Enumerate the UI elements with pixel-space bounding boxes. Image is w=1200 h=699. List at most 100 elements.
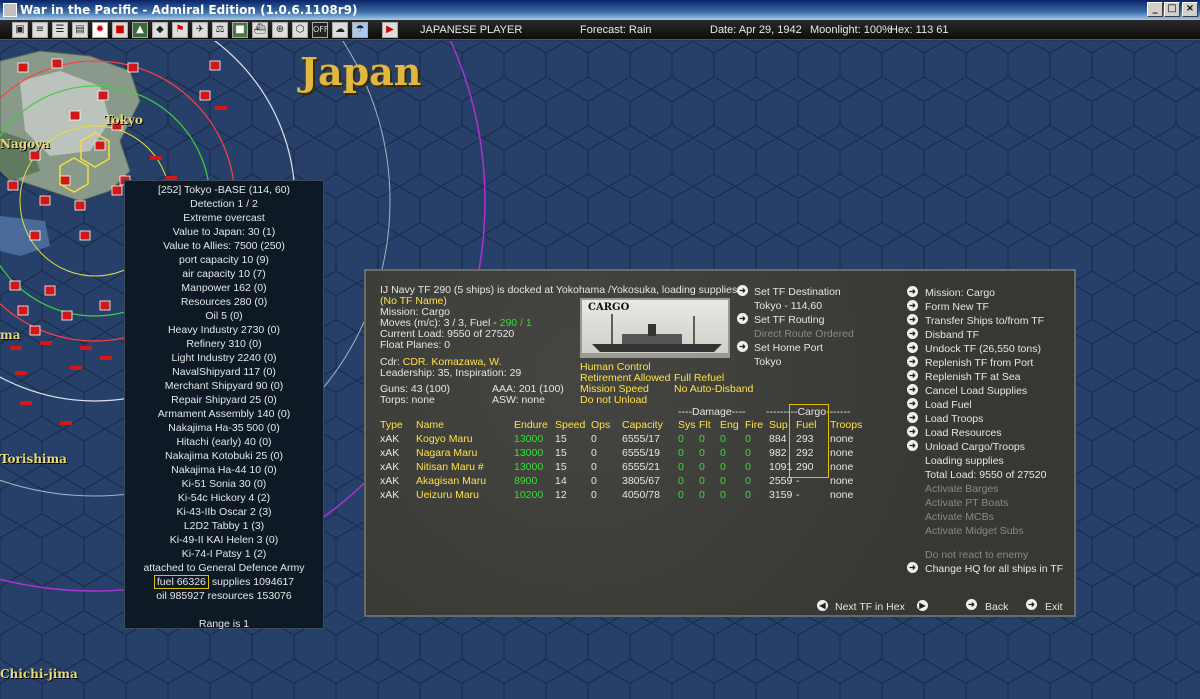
- arrow-right-icon[interactable]: ➜: [907, 328, 918, 339]
- arrow-right-icon[interactable]: ➜: [907, 384, 918, 395]
- cloud-icon[interactable]: ☁: [332, 22, 348, 38]
- col-ops[interactable]: Ops: [591, 418, 610, 432]
- option-no-auto-disband[interactable]: No Auto-Disband: [674, 383, 753, 396]
- crosshair-icon[interactable]: ⊕: [272, 22, 288, 38]
- command-item[interactable]: Undock TF (26,550 tons): [925, 343, 1041, 356]
- ship-troops: none: [830, 447, 854, 459]
- col-sup[interactable]: Sup: [769, 418, 788, 432]
- ship-fuel: 290: [796, 461, 814, 473]
- rising-sun-flag-icon[interactable]: ✹: [92, 22, 108, 38]
- set-home-port[interactable]: Set Home Port: [754, 342, 823, 355]
- map-label-torishima: Torishima: [0, 452, 67, 466]
- col-name[interactable]: Name: [416, 418, 444, 432]
- report-icon[interactable]: ≡: [32, 22, 48, 38]
- col-speed[interactable]: Speed: [555, 418, 585, 432]
- arrow-left-icon[interactable]: ◀: [817, 600, 828, 611]
- base-flag-icon[interactable]: ■: [112, 22, 128, 38]
- maximize-button[interactable]: □: [1164, 2, 1180, 17]
- arrow-right-icon[interactable]: ➜: [907, 562, 918, 573]
- hex-grid-icon[interactable]: ⬡: [292, 22, 308, 38]
- command-item[interactable]: Load Fuel: [925, 399, 972, 412]
- col-type[interactable]: Type: [380, 418, 403, 432]
- plane-icon[interactable]: ✈: [192, 22, 208, 38]
- arrow-right-icon[interactable]: ➜: [907, 314, 918, 325]
- command-item[interactable]: Load Troops: [925, 413, 983, 426]
- arrow-right-icon[interactable]: ➜: [907, 370, 918, 381]
- col-eng[interactable]: Eng: [720, 418, 739, 432]
- base-info-line: Repair Shipyard 25 (0): [171, 394, 277, 406]
- land-unit-icon[interactable]: ■: [232, 22, 248, 38]
- exit-button[interactable]: Exit: [1045, 601, 1063, 614]
- range-line: Range is 1: [198, 618, 250, 630]
- base-info-line: L2D2 Tabby 1 (3): [183, 520, 265, 532]
- option-do-not-unload[interactable]: Do not Unload: [580, 394, 647, 407]
- ship-endure: 13000: [514, 461, 544, 473]
- ship-name[interactable]: Nitisan Maru #: [416, 460, 484, 474]
- col-fire[interactable]: Fire: [745, 418, 763, 432]
- off-icon[interactable]: OFF: [312, 22, 329, 38]
- command-item[interactable]: Disband TF: [925, 329, 979, 342]
- arrow-right-icon[interactable]: ➜: [907, 342, 918, 353]
- arrow-right-icon[interactable]: ➜: [907, 426, 918, 437]
- arrow-right-icon[interactable]: ➜: [907, 356, 918, 367]
- command-status: Total Load: 9550 of 27520: [925, 469, 1047, 481]
- ship-name[interactable]: Nagara Maru: [416, 446, 477, 460]
- minimize-button[interactable]: _: [1147, 2, 1163, 17]
- arrow-right-icon[interactable]: ➜: [1026, 599, 1037, 610]
- command-item[interactable]: Mission: Cargo: [925, 287, 995, 300]
- col-flt[interactable]: Flt: [699, 418, 711, 432]
- terrain-icon[interactable]: ▲: [132, 22, 148, 38]
- arrow-right-icon[interactable]: ➜: [907, 398, 918, 409]
- set-tf-routing[interactable]: Set TF Routing: [754, 314, 824, 327]
- back-button[interactable]: Back: [985, 601, 1008, 614]
- col-troops[interactable]: Troops: [830, 418, 862, 432]
- ship-endure: 8900: [514, 475, 538, 487]
- arrow-right-icon[interactable]: ➜: [966, 599, 977, 610]
- base-info-line: Ki-74-I Patsy 1 (2): [181, 548, 267, 560]
- set-tf-destination[interactable]: Set TF Destination: [754, 286, 841, 299]
- weather-icon[interactable]: ☂: [352, 22, 368, 38]
- ship-ops: 0: [591, 433, 597, 445]
- end-turn-play-icon[interactable]: ▶: [382, 22, 398, 38]
- command-item[interactable]: Replenish TF from Port: [925, 357, 1033, 370]
- command-item[interactable]: Replenish TF at Sea: [925, 371, 1021, 384]
- ship-name[interactable]: Akagisan Maru: [416, 474, 486, 488]
- unit-icon[interactable]: ◆: [152, 22, 168, 38]
- arrow-right-icon[interactable]: ▶: [917, 600, 928, 611]
- document-icon[interactable]: ▤: [72, 22, 88, 38]
- window-title-bar: War in the Pacific - Admiral Edition (1.…: [0, 0, 1200, 20]
- command-item[interactable]: Transfer Ships to/from TF: [925, 315, 1044, 328]
- command-item[interactable]: Unload Cargo/Troops: [925, 441, 1025, 454]
- map-icon[interactable]: ▣: [12, 22, 28, 38]
- command-item[interactable]: Form New TF: [925, 301, 989, 314]
- arrow-right-icon[interactable]: ➜: [907, 440, 918, 451]
- flag-icon[interactable]: ⚑: [172, 22, 188, 38]
- arrow-right-icon[interactable]: ➜: [737, 285, 748, 296]
- change-hq-button[interactable]: Change HQ for all ships in TF: [925, 563, 1063, 576]
- arrow-right-icon[interactable]: ➜: [907, 286, 918, 297]
- col-sys[interactable]: Sys: [678, 418, 696, 432]
- col-capacity[interactable]: Capacity: [622, 418, 663, 432]
- next-tf-in-hex[interactable]: Next TF in Hex: [835, 601, 905, 614]
- arrow-right-icon[interactable]: ➜: [907, 300, 918, 311]
- map-label-chichi-jima: Chichi-jima: [0, 667, 78, 681]
- ship-name[interactable]: Ueizuru Maru: [416, 488, 479, 502]
- col-fuel[interactable]: Fuel: [796, 418, 816, 432]
- base-info-line: Nakajima Kotobuki 25 (0): [165, 450, 283, 462]
- balance-icon[interactable]: ⚖: [212, 22, 228, 38]
- col-endure[interactable]: Endure: [514, 418, 548, 432]
- close-button[interactable]: ×: [1182, 2, 1198, 17]
- command-item[interactable]: Load Resources: [925, 427, 1001, 440]
- ship-icon[interactable]: ⛴: [252, 22, 268, 38]
- arrow-right-icon[interactable]: ➜: [907, 412, 918, 423]
- arrow-right-icon[interactable]: ➜: [737, 313, 748, 324]
- ship-eng: 0: [720, 489, 726, 501]
- list-icon[interactable]: ☰: [52, 22, 68, 38]
- ship-flt: 0: [699, 433, 705, 445]
- arrow-right-icon[interactable]: ➜: [737, 341, 748, 352]
- base-info-line: Manpower 162 (0): [181, 282, 267, 294]
- ship-fire: 0: [745, 461, 751, 473]
- command-item[interactable]: Cancel Load Supplies: [925, 385, 1027, 398]
- ship-troops: none: [830, 461, 854, 473]
- ship-name[interactable]: Kogyo Maru: [416, 432, 473, 446]
